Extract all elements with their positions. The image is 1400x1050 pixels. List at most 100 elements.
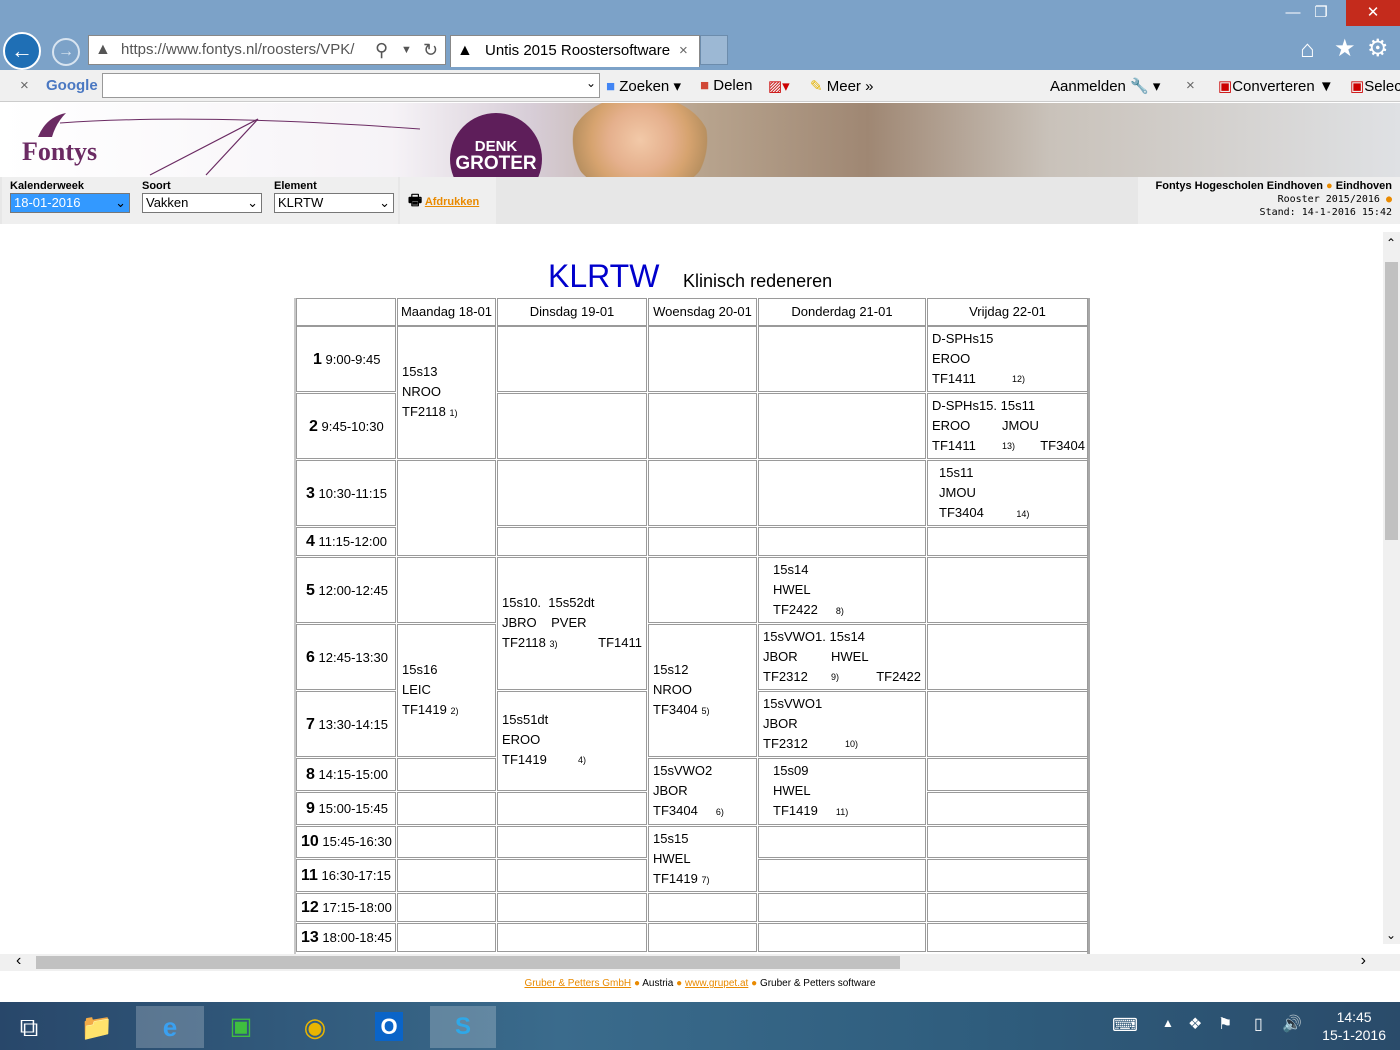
site-icon: ▲ xyxy=(457,42,473,59)
empty-cell xyxy=(648,460,757,526)
chevron-down-icon: ⌄ xyxy=(115,195,126,210)
lesson-cell[interactable]: D-SPHs15 EROO TF1411 12) xyxy=(927,326,1088,392)
more-button[interactable]: ✎ Meer » xyxy=(810,77,873,95)
chevron-down-icon[interactable]: ⌄ xyxy=(586,76,596,90)
close-toolbar-icon[interactable]: × xyxy=(20,77,29,94)
day-header: Donderdag 21-01 xyxy=(758,298,926,326)
print-button[interactable]: 🖶 Afdrukken xyxy=(408,190,488,215)
untis-toolbar: Kalenderweek 18-01-2016 ⌄ Soort Vakken ⌄ E… xyxy=(0,177,1400,224)
empty-cell xyxy=(648,326,757,392)
outlook-icon[interactable]: O xyxy=(362,1006,416,1048)
internet-explorer-icon[interactable]: e xyxy=(136,1006,204,1048)
lesson-cell[interactable]: 15sVWO2 JBOR TF3404 6) xyxy=(648,758,757,825)
lesson-cell[interactable]: 15s11 JMOU TF3404 14) xyxy=(927,460,1088,526)
lesson-cell[interactable]: 15s15 HWEL TF1419 7) xyxy=(648,826,757,892)
new-tab-button[interactable] xyxy=(700,35,728,65)
banner-photo xyxy=(570,103,710,177)
empty-cell xyxy=(927,792,1088,825)
lesson-cell[interactable]: 15s13 NROO TF2118 1) xyxy=(397,326,496,459)
battery-icon[interactable]: ▯ xyxy=(1254,1014,1263,1034)
scroll-up-icon[interactable]: ⌃ xyxy=(1386,236,1396,250)
close-window-button[interactable]: ✕ xyxy=(1346,0,1400,26)
forward-button[interactable]: → xyxy=(52,38,80,66)
empty-cell xyxy=(927,826,1088,858)
empty-cell xyxy=(497,393,647,459)
back-button[interactable]: ← xyxy=(3,32,41,70)
chrome-icon[interactable]: ◉ xyxy=(288,1006,342,1048)
select-button[interactable]: ▣Selec xyxy=(1350,77,1400,95)
empty-cell xyxy=(648,557,757,623)
search-icon[interactable]: ⚲ xyxy=(375,36,388,64)
restore-button[interactable]: ❐ xyxy=(1300,0,1342,26)
week-select[interactable]: 18-01-2016 ⌄ xyxy=(10,193,130,213)
pdf-icon: ▣ xyxy=(1218,78,1233,95)
windows-start-icon[interactable]: ⧉ xyxy=(2,1006,56,1048)
soort-select[interactable]: Vakken ⌄ xyxy=(142,193,262,213)
lesson-cell[interactable]: 15s10. 15s52dt JBRO PVER TF2118 3) TF1411 xyxy=(497,557,647,690)
close-toolbar-icon[interactable]: × xyxy=(1186,77,1195,94)
empty-cell xyxy=(497,859,647,892)
signin-button[interactable]: Aanmelden 🔧 ▾ xyxy=(1050,77,1160,95)
refresh-icon[interactable]: ↻ xyxy=(423,36,438,64)
system-clock[interactable]: 14:45 15-1-2016 xyxy=(1322,1008,1386,1044)
google-search-input[interactable]: ⌄ xyxy=(102,73,600,98)
windows-taskbar: ⧉ 📁 e ▣ ◉ O S ⌨ ▲ ❖ ⚑ ▯ 🔊 14:45 15-1-201… xyxy=(0,1002,1400,1050)
schedule-name: Klinisch redeneren xyxy=(683,271,833,291)
search-button[interactable]: ■ Zoeken ▾ xyxy=(606,77,681,95)
volume-icon[interactable]: 🔊 xyxy=(1282,1014,1302,1034)
favorites-star-icon[interactable]: ★ xyxy=(1334,34,1356,63)
scroll-right-icon[interactable]: › xyxy=(1361,952,1366,970)
flag-icon[interactable]: ⚑ xyxy=(1218,1014,1232,1034)
element-select[interactable]: KLRTW ⌄ xyxy=(274,193,394,213)
tab-untis[interactable]: ▲ Untis 2015 Roostersoftware × xyxy=(450,35,700,67)
fontys-logo[interactable]: Fontys xyxy=(22,137,97,167)
blocked-icon[interactable]: ▨▾ xyxy=(768,77,790,95)
convert-button[interactable]: ▣Converteren ▼ xyxy=(1218,77,1334,95)
skype-icon[interactable]: S xyxy=(430,1006,496,1048)
lesson-cell[interactable]: 15s51dt EROO TF1419 4) xyxy=(497,691,647,791)
home-icon[interactable]: ⌂ xyxy=(1300,36,1315,64)
pdf-icon: ▣ xyxy=(1350,78,1365,95)
lesson-cell[interactable]: 15s14 HWEL TF2422 8) xyxy=(758,557,926,623)
scroll-down-icon[interactable]: ⌄ xyxy=(1386,928,1396,942)
corner-cell xyxy=(296,298,396,326)
empty-cell xyxy=(927,527,1088,556)
day-header: Vrijdag 22-01 xyxy=(927,298,1088,326)
lesson-cell[interactable]: D-SPHs15. 15s11 EROO JMOU TF1411 13) TF3404 xyxy=(927,393,1088,459)
address-row: ← → ▲ https://www.fontys.nl/roosters/VPK… xyxy=(0,30,1400,70)
element-label: Element xyxy=(274,180,317,192)
empty-cell xyxy=(758,923,926,952)
lesson-cell[interactable]: 15s12 NROO TF3404 5) xyxy=(648,624,757,757)
settings-gear-icon[interactable]: ⚙ xyxy=(1367,34,1389,63)
lesson-cell[interactable]: 15sVWO1 JBOR TF2312 10) xyxy=(758,691,926,757)
empty-cell xyxy=(927,923,1088,952)
back-arrow-icon: ← xyxy=(11,38,33,63)
keyboard-icon[interactable]: ⌨ xyxy=(1112,1015,1138,1036)
lesson-cell[interactable]: 15sVWO1. 15s14 JBOR HWEL TF2312 9) TF2422 xyxy=(758,624,926,690)
empty-cell xyxy=(927,758,1088,791)
dropbox-icon[interactable]: ❖ xyxy=(1188,1014,1202,1034)
address-bar[interactable]: ▲ https://www.fontys.nl/roosters/VPK/ ⚲ … xyxy=(88,35,446,65)
print-link[interactable]: Afdrukken xyxy=(425,196,479,208)
fontys-banner: Fontys DENK GROTER xyxy=(0,103,1400,177)
chevron-down-icon: ⌄ xyxy=(379,195,390,210)
empty-cell xyxy=(497,923,647,952)
dropdown-arrow-icon[interactable]: ▼ xyxy=(401,36,412,64)
scroll-left-icon[interactable]: ‹ xyxy=(16,952,21,970)
show-hidden-icons-icon[interactable]: ▲ xyxy=(1162,1016,1174,1030)
tab-close-icon[interactable]: × xyxy=(679,36,688,66)
lesson-cell[interactable]: 15s09 HWEL TF1419 11) xyxy=(758,758,926,825)
lesson-cell[interactable]: 15s16 LEIC TF1419 2) xyxy=(397,624,496,757)
website-link[interactable]: www.grupet.at xyxy=(685,978,748,989)
horizontal-scroll-thumb[interactable] xyxy=(36,956,900,969)
url-text[interactable]: https://www.fontys.nl/roosters/VPK/ xyxy=(121,36,354,64)
file-explorer-icon[interactable]: 📁 xyxy=(70,1006,124,1048)
store-icon[interactable]: ▣ xyxy=(214,1006,268,1048)
time-slot: 12 17:15-18:00 xyxy=(296,893,396,922)
company-link[interactable]: Gruber & Petters GmbH xyxy=(524,978,631,989)
share-button[interactable]: ■ Delen xyxy=(700,77,752,94)
time-slot: 1 9:00-9:45 xyxy=(296,326,396,392)
vertical-scroll-thumb[interactable] xyxy=(1385,262,1398,540)
empty-cell xyxy=(397,859,496,892)
browser-title-bar: — ❐ ✕ xyxy=(0,0,1400,30)
